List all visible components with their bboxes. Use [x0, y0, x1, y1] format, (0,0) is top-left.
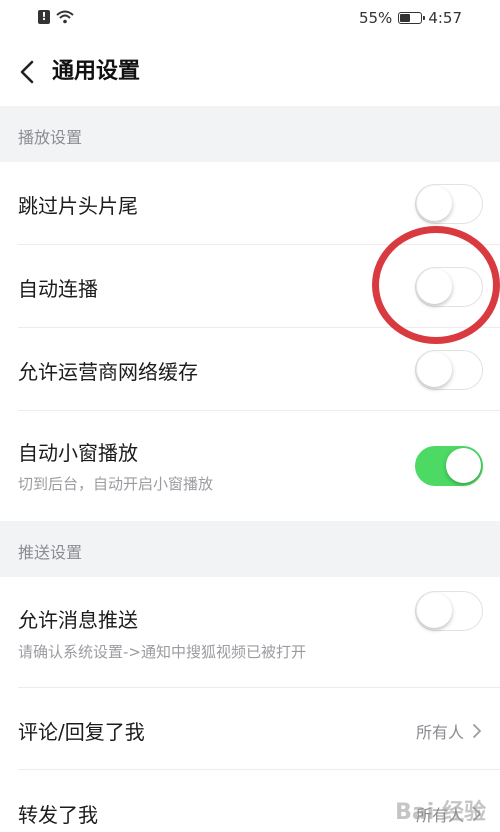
setting-label: 自动连播 [18, 277, 98, 301]
setting-value: 所有人 [416, 719, 482, 743]
watermark: Bai 经验 [395, 800, 486, 825]
autoplay-toggle[interactable] [415, 267, 483, 307]
setting-label: 评论/回复了我 [18, 720, 145, 744]
battery-icon [398, 12, 426, 24]
mini-window-toggle[interactable] [415, 446, 483, 486]
status-right: 55% 4:57 [359, 9, 462, 27]
setting-row-skip-intro: 跳过片头片尾 [0, 162, 500, 245]
section-title: 播放设置 [18, 128, 83, 147]
setting-row-allow-push: 允许消息推送 请确认系统设置->通知中搜狐视频已被打开 [0, 577, 500, 688]
back-arrow-icon[interactable] [14, 58, 42, 86]
setting-label: 允许消息推送 [18, 608, 138, 632]
status-time: 4:57 [428, 9, 462, 27]
setting-row-autoplay: 自动连播 [0, 245, 500, 328]
section-header-playback: 播放设置 [0, 106, 500, 162]
section-header-push: 推送设置 [0, 521, 500, 577]
setting-label: 转发了我 [18, 803, 98, 827]
setting-description: 切到后台，自动开启小窗播放 [18, 475, 214, 493]
setting-row-comment-reply[interactable]: 评论/回复了我 所有人 [0, 688, 500, 770]
setting-row-carrier-cache: 允许运营商网络缓存 [0, 328, 500, 411]
section-title: 推送设置 [18, 543, 83, 562]
page-title: 通用设置 [52, 59, 141, 84]
wifi-icon [56, 10, 74, 24]
toggle-knob [417, 352, 452, 387]
setting-label: 自动小窗播放 [18, 441, 138, 465]
navbar: 通用设置 [0, 38, 500, 106]
allow-push-toggle[interactable] [415, 591, 483, 631]
chevron-right-icon [473, 724, 481, 738]
alert-icon: ! [38, 10, 50, 24]
skip-intro-toggle[interactable] [415, 184, 483, 224]
setting-row-mini-window: 自动小窗播放 切到后台，自动开启小窗播放 [0, 411, 500, 521]
toggle-knob [417, 269, 452, 304]
setting-label: 允许运营商网络缓存 [18, 360, 198, 384]
setting-label: 跳过片头片尾 [18, 194, 138, 218]
value-text: 所有人 [415, 723, 464, 742]
toggle-knob [446, 448, 481, 483]
status-left: ! [38, 10, 74, 24]
battery-percent: 55% [358, 9, 393, 27]
battery-fill [400, 14, 411, 22]
toggle-knob [417, 593, 452, 628]
status-bar: ! 55% 4:57 [0, 0, 500, 38]
carrier-cache-toggle[interactable] [415, 350, 483, 390]
setting-description: 请确认系统设置->通知中搜狐视频已被打开 [18, 643, 306, 661]
toggle-knob [417, 186, 452, 221]
